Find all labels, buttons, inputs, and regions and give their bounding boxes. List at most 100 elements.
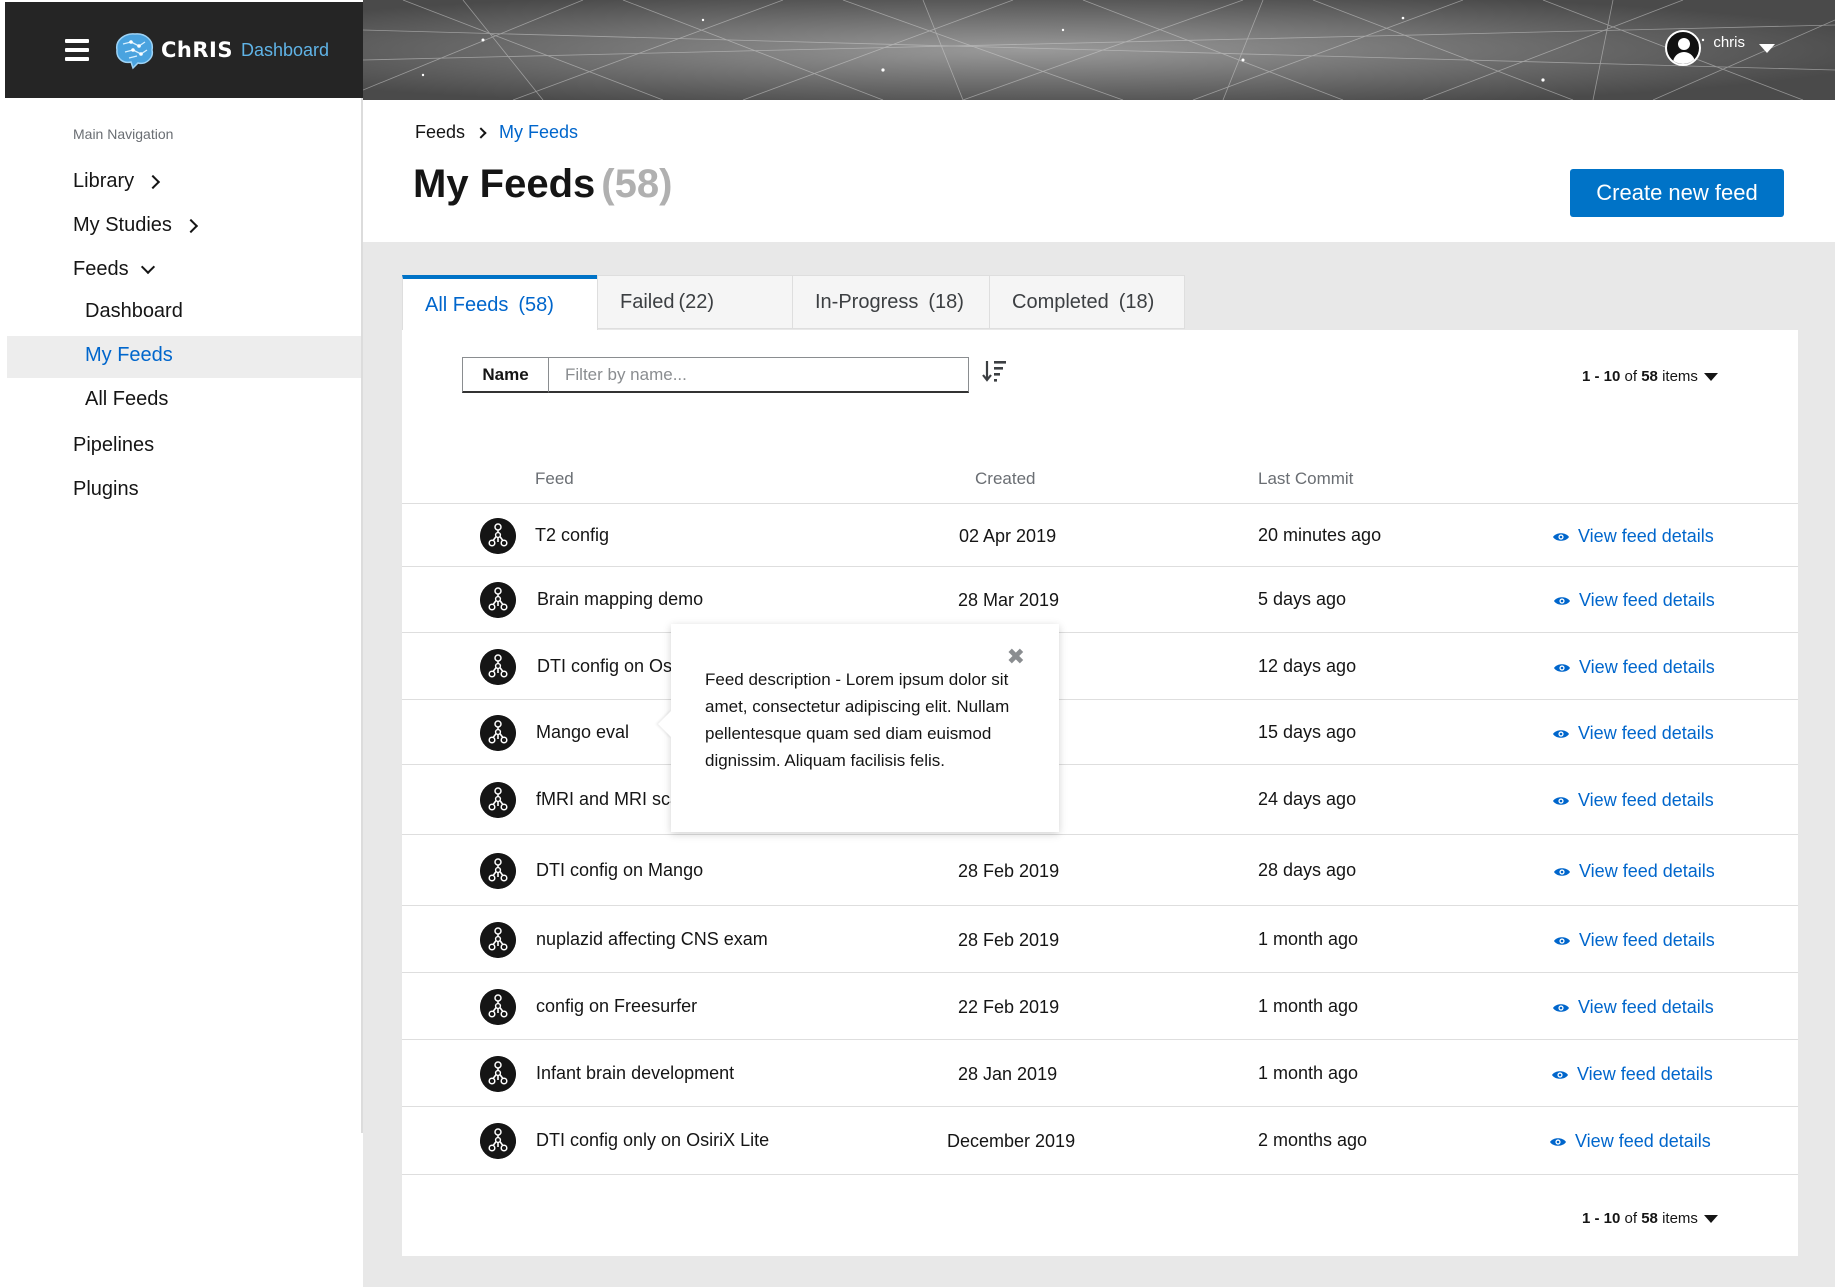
feed-name[interactable]: config on Freesurfer [536, 996, 697, 1017]
view-feed-details-link[interactable]: View feed details [1552, 526, 1714, 547]
feed-name[interactable]: Mango eval [536, 722, 629, 743]
pagination-top[interactable]: 1 - 10 of 58 items [1582, 368, 1718, 385]
sidebar-item-label: My Studies [73, 214, 172, 236]
view-feed-details-label: View feed details [1575, 1131, 1711, 1151]
eye-icon [1553, 1003, 1569, 1012]
user-menu[interactable]: chris [1665, 30, 1775, 66]
view-feed-details-link[interactable]: View feed details [1551, 1064, 1713, 1085]
sort-icon[interactable] [982, 358, 1008, 384]
logo[interactable]: ChRIS Dashboard [111, 30, 329, 70]
view-feed-details-link[interactable]: View feed details [1553, 930, 1715, 951]
sidebar-subitem-dashboard[interactable]: Dashboard [85, 300, 183, 323]
tab-label: Completed [1012, 290, 1109, 313]
sidebar-item-my-studies[interactable]: My Studies [73, 214, 199, 237]
table-row[interactable]: T2 config 02 Apr 2019 20 minutes ago View f… [402, 503, 1798, 566]
caret-down-icon [1759, 43, 1775, 53]
caret-down-icon [1703, 372, 1718, 381]
view-feed-details-link[interactable]: View feed details [1553, 590, 1715, 611]
feed-name[interactable]: DTI config only on OsiriX Lite [536, 1130, 769, 1151]
view-feed-details-link[interactable]: View feed details [1552, 723, 1714, 744]
page-title-count: (58) [601, 162, 673, 206]
filter-input[interactable] [549, 357, 969, 393]
feed-name[interactable]: Infant brain development [536, 1063, 734, 1084]
tab-completed[interactable]: Completed (18) [989, 275, 1185, 329]
eye-icon [1554, 596, 1570, 605]
feed-created: 28 Feb 2019 [958, 930, 1060, 950]
tab-in-progress[interactable]: In-Progress (18) [792, 275, 990, 329]
hamburger-menu-icon[interactable] [65, 39, 89, 61]
nav-heading: Main Navigation [73, 126, 174, 142]
view-feed-details-label: View feed details [1578, 526, 1714, 546]
table-row[interactable]: DTI config only on OsiriX Lite December 2… [402, 1106, 1798, 1174]
view-feed-details-label: View feed details [1578, 997, 1714, 1017]
active-nav-highlight [7, 336, 361, 378]
tab-count: (58) [518, 293, 554, 316]
table-row[interactable]: Mango eval 15 days ago View feed details [402, 699, 1798, 764]
page-title: My Feeds (58) [413, 162, 672, 207]
column-header-last-commit[interactable]: Last Commit [1258, 469, 1353, 489]
table-row[interactable]: fMRI and MRI sca 24 days ago View feed det… [402, 764, 1798, 834]
feed-name[interactable]: DTI config on Mango [536, 860, 703, 881]
create-new-feed-button[interactable]: Create new feed [1570, 169, 1784, 217]
sidebar-item-library[interactable]: Library [73, 170, 161, 193]
feed-name[interactable]: DTI config on Osi [537, 656, 676, 677]
feed-name[interactable]: fMRI and MRI sca [536, 789, 680, 810]
column-header-created[interactable]: Created [975, 469, 1035, 489]
feed-tree-icon [480, 989, 516, 1025]
view-feed-details-link[interactable]: View feed details [1553, 657, 1715, 678]
table-row[interactable]: nuplazid affecting CNS exam 28 Feb 2019 1 … [402, 905, 1798, 972]
sidebar-subitem-all-feeds[interactable]: All Feeds [85, 388, 168, 411]
feed-name[interactable]: Brain mapping demo [537, 589, 703, 610]
view-feed-details-link[interactable]: View feed details [1552, 790, 1714, 811]
feed-last-commit: 1 month ago [1258, 1063, 1359, 1083]
popover-text: Feed description - Lorem ipsum dolor sit… [705, 670, 1010, 770]
tab-failed[interactable]: Failed (22) [597, 275, 793, 329]
column-header-feed[interactable]: Feed [535, 469, 574, 489]
feed-last-commit: 2 months ago [1258, 1130, 1368, 1150]
sidebar-item-pipelines[interactable]: Pipelines [73, 434, 154, 457]
close-icon[interactable]: ✖ [1007, 646, 1025, 668]
eye-icon [1554, 663, 1570, 672]
view-feed-details-link[interactable]: View feed details [1553, 861, 1715, 882]
feeds-panel: Name 1 - 10 of 58 items Feed Created Las… [402, 330, 1798, 1256]
tab-count: (18) [928, 290, 964, 313]
pager-range: 1 - 10 [1582, 1210, 1621, 1227]
sidebar-item-plugins[interactable]: Plugins [73, 478, 139, 501]
feed-last-commit: 15 days ago [1258, 722, 1357, 742]
view-feed-details-link[interactable]: View feed details [1549, 1131, 1711, 1152]
pagination-bottom[interactable]: 1 - 10 of 58 items [1582, 1210, 1718, 1227]
pager-total: 58 [1641, 1210, 1658, 1227]
sidebar-item-label: Library [73, 170, 135, 192]
chevron-right-icon [146, 174, 161, 189]
table-row[interactable]: config on Freesurfer 22 Feb 2019 1 month a… [402, 972, 1798, 1039]
feed-description-popover: ✖ Feed description - Lorem ipsum dolor s… [671, 624, 1059, 832]
view-feed-details-label: View feed details [1579, 861, 1715, 881]
feed-last-commit: 1 month ago [1258, 929, 1359, 949]
sidebar-item-feeds[interactable]: Feeds [73, 258, 155, 281]
feed-created: 28 Jan 2019 [958, 1064, 1058, 1084]
feed-last-commit: 5 days ago [1258, 589, 1347, 609]
table-row[interactable]: Brain mapping demo 28 Mar 2019 5 days ago V… [402, 566, 1798, 632]
eye-icon [1552, 1070, 1568, 1079]
page-header: Feeds My Feeds My Feeds (58) Create new f… [363, 100, 1835, 242]
chevron-right-icon [183, 218, 199, 233]
tab-all-feeds[interactable]: All Feeds (58) [402, 275, 598, 331]
pager-total: 58 [1641, 368, 1658, 385]
feed-tree-icon [480, 715, 516, 751]
eye-icon [1554, 867, 1570, 876]
view-feed-details-label: View feed details [1579, 657, 1715, 677]
table-row[interactable]: DTI config on Mango 28 Feb 2019 28 days ag… [402, 834, 1798, 905]
tab-label: All Feeds [425, 293, 509, 316]
table-row[interactable]: DTI config on Osi 12 days ago View feed de… [402, 632, 1798, 699]
feed-tree-icon [480, 518, 516, 554]
filter-attribute-button[interactable]: Name [462, 357, 549, 393]
view-feed-details-link[interactable]: View feed details [1552, 997, 1714, 1018]
breadcrumb-feeds[interactable]: Feeds [415, 122, 465, 143]
feed-name[interactable]: nuplazid affecting CNS exam [536, 929, 768, 950]
brand-bar: ChRIS Dashboard [5, 2, 363, 98]
feed-created: 22 Feb 2019 [958, 997, 1060, 1017]
table-row[interactable]: Infant brain development 28 Jan 2019 1 mon… [402, 1039, 1798, 1106]
feed-name[interactable]: T2 config [535, 525, 609, 546]
feed-created: 28 Mar 2019 [958, 590, 1060, 610]
sidebar-subitem-my-feeds[interactable]: My Feeds [85, 344, 173, 367]
